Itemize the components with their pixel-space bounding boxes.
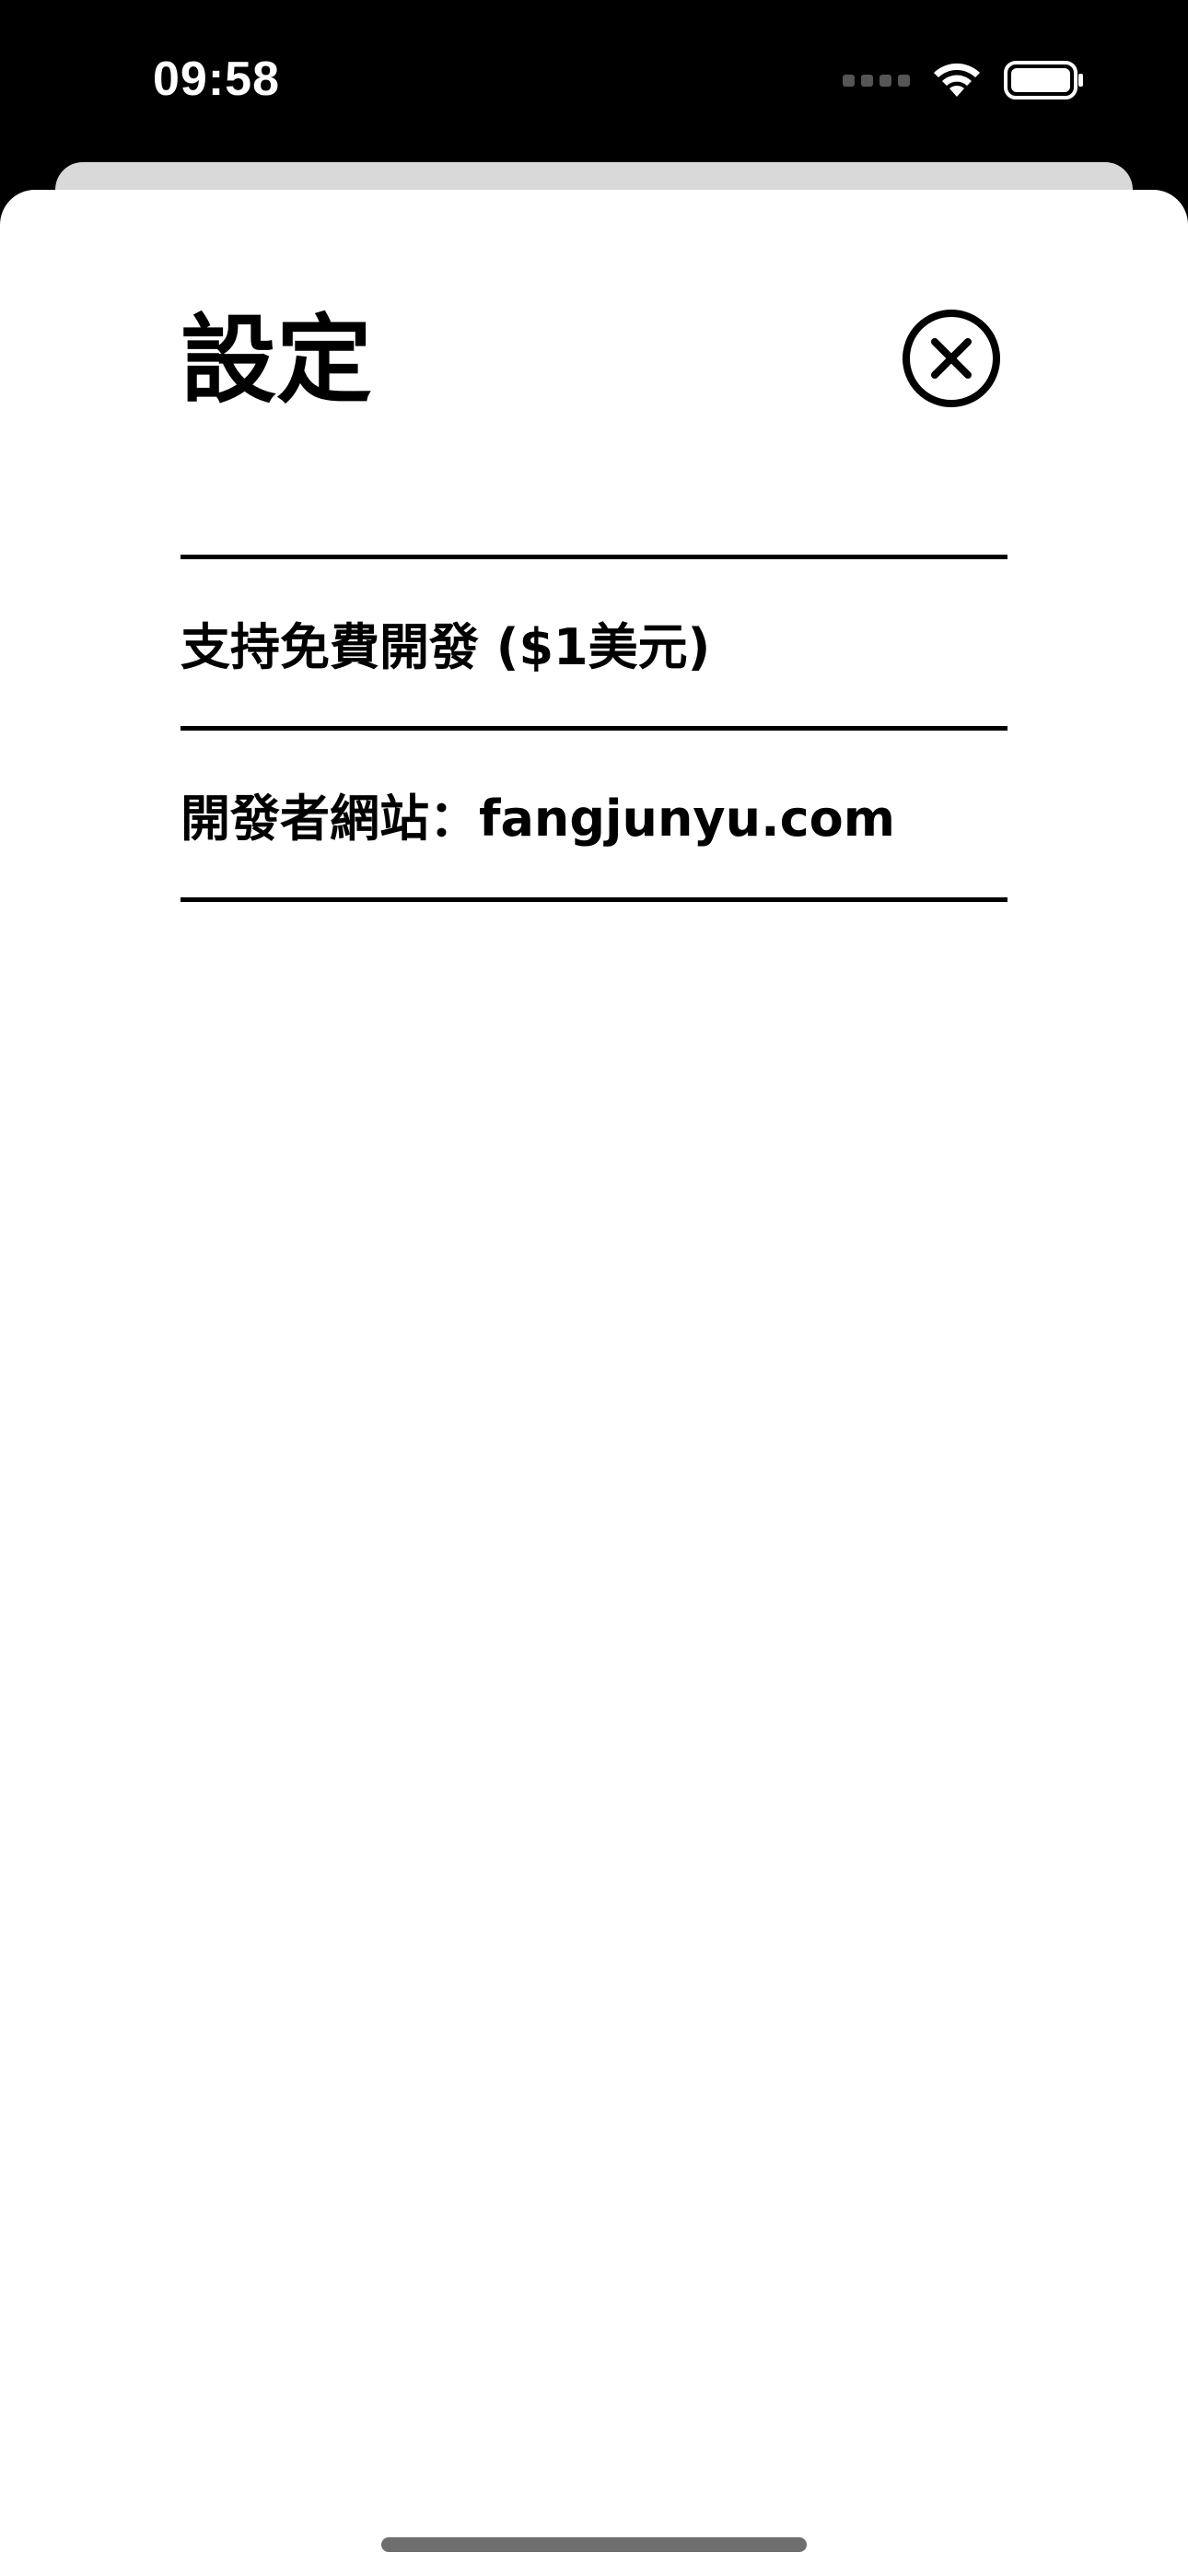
support-development-item[interactable]: 支持免費開發 ($1美元) (181, 559, 1007, 726)
home-indicator (381, 2537, 807, 2552)
page-title: 設定 (181, 304, 373, 416)
settings-list: 支持免費開發 ($1美元) 開發者網站：fangjunyu.com (181, 555, 1007, 902)
status-time: 09:58 (153, 53, 280, 106)
close-circle-icon (903, 310, 1000, 407)
status-bar: 09:58 (0, 0, 1188, 161)
settings-sheet: 設定 支持免費開發 ($1美元) 開發者網站：fangjunyu.com (0, 190, 1188, 2576)
close-button[interactable] (901, 308, 1002, 409)
battery-icon (1004, 61, 1083, 100)
developer-website-item[interactable]: 開發者網站：fangjunyu.com (181, 731, 1007, 897)
signal-icon (843, 74, 910, 87)
status-icons (843, 57, 1085, 103)
wifi-icon (934, 63, 980, 97)
screen: 09:58 設定 支持免費開發 ($1美元) 開發者網站：fangjunyu.c… (0, 0, 1188, 2576)
divider (181, 897, 1007, 902)
